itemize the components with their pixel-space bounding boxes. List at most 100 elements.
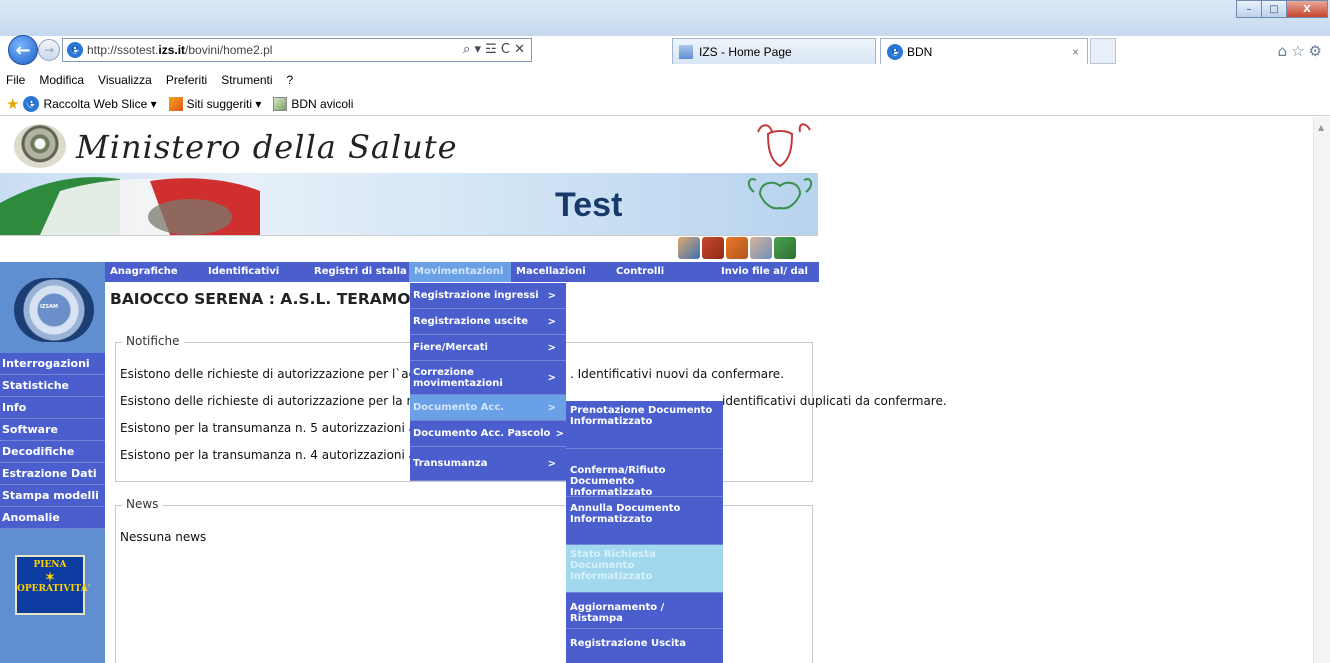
submenu-arrow-icon: > — [547, 458, 556, 469]
sidebar-item-info[interactable]: Info — [0, 397, 105, 419]
nav-movimentazioni[interactable]: Movimentazioni — [409, 262, 511, 282]
tab-close-icon[interactable]: × — [1072, 45, 1079, 59]
tab-izs-home[interactable]: IZS - Home Page — [672, 38, 876, 64]
test-environment-label: Test — [555, 186, 623, 224]
nav-invio-file[interactable]: Invio file al/ dal — [705, 262, 819, 282]
nav-identificativi[interactable]: Identificativi — [203, 262, 309, 282]
menu-item-registrazione-uscite[interactable]: Registrazione uscite > — [410, 309, 566, 335]
notification-row[interactable]: Esistono delle richieste di autorizzazio… — [120, 394, 415, 408]
suggested-sites-icon — [168, 96, 183, 111]
fav-bdn-avicoli[interactable]: BDN avicoli — [273, 96, 353, 111]
submenu-item-registrazione-uscita[interactable]: Registrazione Uscita — [566, 629, 723, 663]
forward-arrow-icon: → — [43, 43, 55, 57]
izsam-logo-text: IZSAM — [40, 304, 58, 310]
sidebar-item-statistiche[interactable]: Statistiche — [0, 375, 105, 397]
home-favorites-settings-icons[interactable]: ⌂☆⚙ — [1278, 42, 1326, 60]
favorites-bar: ★ e Raccolta Web Slice ▾ Siti suggeriti … — [0, 92, 1330, 116]
documento-acc-submenu: Prenotazione Documento Informatizzato Co… — [566, 401, 723, 663]
menu-item-correzione-movimentazioni[interactable]: Correzione movimentazioni > — [410, 361, 566, 395]
sidebar-item-anomalie[interactable]: Anomalie — [0, 507, 105, 529]
nav-registri-di-stalla[interactable]: Registri di stalla — [309, 262, 409, 282]
menu-file[interactable]: File — [6, 73, 25, 87]
bdn-avicoli-icon — [273, 96, 288, 111]
ie-fav-icon: e — [23, 95, 40, 112]
tab-title: IZS - Home Page — [699, 44, 792, 59]
notification-row[interactable]: Esistono per la transumanza n. 4 autoriz… — [120, 448, 416, 462]
logout-icon[interactable] — [774, 237, 796, 259]
izs-favicon-icon — [679, 44, 693, 59]
submenu-item-aggiornamento-ristampa[interactable]: Aggiornamento / Ristampa — [566, 593, 723, 629]
menu-item-documento-acc[interactable]: Documento Acc. > — [410, 395, 566, 421]
tab-title: BDN — [907, 44, 933, 59]
notification-row-tail[interactable]: identificativi duplicati da confermare. — [722, 394, 947, 408]
notifiche-legend: Notifiche — [122, 334, 184, 348]
minimize-button[interactable]: – — [1236, 0, 1262, 18]
menu-modifica[interactable]: Modifica — [39, 73, 84, 87]
movimentazioni-dropdown: Registrazione ingressi > Registrazione us… — [410, 283, 566, 481]
header-banner — [0, 173, 818, 235]
piena-operativita-badge[interactable]: PIENA ✶ OPERATIVITA' — [15, 555, 90, 615]
favorites-star-icon[interactable]: ★ — [6, 95, 19, 113]
ministry-title: Ministero della Salute — [76, 128, 458, 166]
back-button[interactable]: ← — [8, 35, 38, 65]
sidebar-item-interrogazioni[interactable]: Interrogazioni — [0, 353, 105, 375]
submenu-item-prenotazione[interactable]: Prenotazione Documento Informatizzato — [566, 401, 723, 449]
menu-item-transumanza[interactable]: Transumanza > — [410, 447, 566, 481]
submenu-arrow-icon: > — [547, 372, 556, 383]
menu-help[interactable]: ? — [287, 73, 294, 87]
submenu-arrow-icon: > — [547, 316, 556, 327]
submenu-arrow-icon: > — [547, 290, 556, 301]
menu-item-fiere-mercati[interactable]: Fiere/Mercati > — [410, 335, 566, 361]
news-text: Nessuna news — [120, 530, 207, 544]
italian-republic-emblem — [14, 124, 66, 168]
close-window-button[interactable]: X — [1286, 0, 1328, 18]
toolbar-icons — [678, 237, 798, 259]
sidebar-item-stampa-modelli[interactable]: Stampa modelli — [0, 485, 105, 507]
nav-macellazioni[interactable]: Macellazioni — [511, 262, 611, 282]
submenu-arrow-icon: > — [555, 428, 564, 439]
address-bar[interactable]: e http://ssotest.izs.it/bovini/home2.pl … — [62, 38, 532, 62]
submenu-arrow-icon: > — [547, 342, 556, 353]
home-icon[interactable] — [726, 237, 748, 259]
address-row: ← → e http://ssotest.izs.it/bovini/home2… — [0, 32, 1330, 68]
fav-web-slice[interactable]: e Raccolta Web Slice ▾ — [23, 95, 157, 112]
submenu-item-stato-richiesta[interactable]: Stato Richiesta Documento Informatizzato — [566, 545, 723, 593]
tab-bdn[interactable]: e BDN × — [880, 38, 1088, 64]
user-settings-icon[interactable] — [750, 237, 772, 259]
address-tools-icon[interactable]: ⌕ ▾ ☲ C ✕ — [463, 42, 525, 57]
sidebar-item-software[interactable]: Software — [0, 419, 105, 441]
forward-button[interactable]: → — [38, 39, 60, 61]
ie-tab-icon: e — [887, 43, 903, 60]
notification-row[interactable]: Esistono per la transumanza n. 5 autoriz… — [120, 421, 416, 435]
menu-visualizza[interactable]: Visualizza — [98, 73, 152, 87]
menu-item-documento-acc-pascolo[interactable]: Documento Acc. Pascolo > — [410, 421, 566, 447]
left-menu: Interrogazioni Statistiche Info Software… — [0, 353, 105, 529]
maximize-button[interactable]: □ — [1261, 0, 1287, 18]
submenu-arrow-icon: > — [547, 402, 556, 413]
address-url[interactable]: http://ssotest.izs.it/bovini/home2.pl — [87, 43, 272, 57]
sidebar-item-decodifiche[interactable]: Decodifiche — [0, 441, 105, 463]
top-nav: Anagrafiche Identificativi Registri di s… — [105, 262, 819, 282]
users-icon[interactable] — [678, 237, 700, 259]
window-controls: – □ X — [1236, 0, 1328, 18]
vertical-scrollbar[interactable]: ▲ — [1313, 117, 1330, 663]
submenu-item-conferma-rifiuto[interactable]: Conferma/Rifiuto Documento Informatizzat… — [566, 449, 723, 498]
nav-anagrafiche[interactable]: Anagrafiche — [105, 262, 203, 282]
sidebar-item-estrazione-dati[interactable]: Estrazione Dati — [0, 463, 105, 485]
eu-stars-icon: ✶ — [44, 570, 56, 584]
notification-row-tail[interactable]: . Identificativi nuovi da confermare. — [570, 367, 784, 381]
browser-titlebar: – □ X — [0, 0, 1330, 36]
transfer-icon[interactable] — [702, 237, 724, 259]
submenu-item-annulla[interactable]: Annulla Documento Informatizzato — [566, 497, 723, 545]
scroll-up-icon[interactable]: ▲ — [1318, 123, 1324, 132]
menu-strumenti[interactable]: Strumenti — [221, 73, 272, 87]
nav-controlli[interactable]: Controlli — [611, 262, 705, 282]
news-legend: News — [122, 497, 163, 511]
back-arrow-icon: ← — [15, 39, 31, 61]
menu-item-registrazione-ingressi[interactable]: Registrazione ingressi > — [410, 283, 566, 309]
izsam-logo — [14, 278, 94, 342]
menu-preferiti[interactable]: Preferiti — [166, 73, 207, 87]
notification-row[interactable]: Esistono delle richieste di autorizzazio… — [120, 367, 415, 381]
new-tab-button[interactable] — [1090, 38, 1116, 64]
fav-siti-suggeriti[interactable]: Siti suggeriti ▾ — [168, 96, 261, 111]
